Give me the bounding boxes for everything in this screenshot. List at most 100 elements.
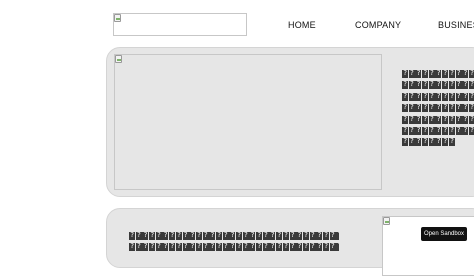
missing-glyph xyxy=(408,79,415,91)
broken-image-icon xyxy=(383,217,390,225)
missing-glyph xyxy=(149,241,156,253)
missing-glyph xyxy=(129,231,135,241)
open-sandbox-button[interactable]: Open Sandbox xyxy=(421,227,467,241)
missing-glyph xyxy=(316,241,323,253)
missing-glyph xyxy=(422,79,429,91)
missing-glyph xyxy=(422,136,429,148)
content-text-line xyxy=(129,241,339,253)
missing-glyph xyxy=(455,91,462,102)
missing-glyph xyxy=(448,102,455,114)
missing-glyph xyxy=(428,91,435,102)
hero-text xyxy=(402,69,474,149)
missing-glyph xyxy=(415,136,422,148)
missing-glyph xyxy=(229,241,236,253)
missing-glyph xyxy=(249,241,256,253)
missing-glyph xyxy=(162,231,169,241)
missing-glyph xyxy=(242,241,249,253)
missing-glyph xyxy=(435,79,442,91)
missing-glyph xyxy=(135,231,142,241)
missing-glyph xyxy=(468,91,474,102)
missing-glyph xyxy=(415,114,422,125)
content-image xyxy=(382,216,474,276)
missing-glyph xyxy=(442,79,449,91)
missing-glyph xyxy=(468,125,474,136)
content-panel xyxy=(106,208,474,276)
nav-link-home[interactable]: HOME xyxy=(288,20,316,30)
missing-glyph xyxy=(302,241,309,253)
missing-glyph xyxy=(442,136,449,148)
missing-glyph xyxy=(236,231,242,241)
missing-glyph xyxy=(408,136,415,148)
missing-glyph xyxy=(189,241,196,253)
missing-glyph xyxy=(435,125,442,136)
missing-glyph xyxy=(142,241,149,253)
missing-glyph xyxy=(169,231,176,241)
missing-glyph xyxy=(162,241,169,253)
missing-glyph xyxy=(415,69,422,79)
missing-glyph xyxy=(322,231,329,241)
missing-glyph xyxy=(408,91,415,102)
missing-glyph xyxy=(329,231,336,241)
missing-glyph xyxy=(269,231,276,241)
missing-glyph xyxy=(175,241,182,253)
missing-glyph xyxy=(175,231,182,241)
missing-glyph xyxy=(435,136,442,148)
missing-glyph xyxy=(448,79,455,91)
hero-image xyxy=(114,54,382,190)
missing-glyph xyxy=(455,114,462,125)
missing-glyph xyxy=(215,231,222,241)
missing-glyph xyxy=(195,241,202,253)
missing-glyph xyxy=(435,91,442,102)
missing-glyph xyxy=(302,231,309,241)
missing-glyph xyxy=(435,114,442,125)
missing-glyph xyxy=(402,136,408,148)
missing-glyph xyxy=(402,91,408,102)
missing-glyph xyxy=(468,114,474,125)
missing-glyph xyxy=(435,102,442,114)
missing-glyph xyxy=(462,69,469,79)
missing-glyph xyxy=(129,241,135,253)
missing-glyph xyxy=(422,125,429,136)
missing-glyph xyxy=(435,69,442,79)
missing-glyph xyxy=(442,102,449,114)
missing-glyph xyxy=(149,231,156,241)
missing-glyph xyxy=(262,241,269,253)
missing-glyph xyxy=(428,125,435,136)
missing-glyph xyxy=(195,231,202,241)
missing-glyph xyxy=(402,102,408,114)
nav-link-company[interactable]: COMPANY xyxy=(355,20,401,30)
missing-glyph xyxy=(428,114,435,125)
nav-link-business[interactable]: BUSINES xyxy=(438,20,474,30)
missing-glyph xyxy=(448,114,455,125)
missing-glyph xyxy=(448,69,455,79)
logo[interactable] xyxy=(113,13,247,36)
missing-glyph xyxy=(428,136,435,148)
missing-glyph xyxy=(296,231,303,241)
missing-glyph xyxy=(422,69,429,79)
missing-glyph xyxy=(309,241,316,253)
missing-glyph xyxy=(289,231,296,241)
missing-glyph xyxy=(276,241,283,253)
missing-glyph xyxy=(336,231,339,241)
missing-glyph xyxy=(428,102,435,114)
missing-glyph xyxy=(262,231,269,241)
missing-glyph xyxy=(442,114,449,125)
missing-glyph xyxy=(442,91,449,102)
missing-glyph xyxy=(182,231,189,241)
missing-glyph xyxy=(448,136,455,148)
missing-glyph xyxy=(455,69,462,79)
content-text xyxy=(129,231,339,254)
missing-glyph xyxy=(415,79,422,91)
missing-glyph xyxy=(462,125,469,136)
missing-glyph xyxy=(428,69,435,79)
missing-glyph xyxy=(322,241,329,253)
missing-glyph xyxy=(209,231,216,241)
missing-glyph xyxy=(142,231,149,241)
missing-glyph xyxy=(415,91,422,102)
missing-glyph xyxy=(182,241,189,253)
missing-glyph xyxy=(408,125,415,136)
missing-glyph xyxy=(415,125,422,136)
missing-glyph xyxy=(202,241,209,253)
missing-glyph xyxy=(455,125,462,136)
missing-glyph xyxy=(468,79,474,91)
